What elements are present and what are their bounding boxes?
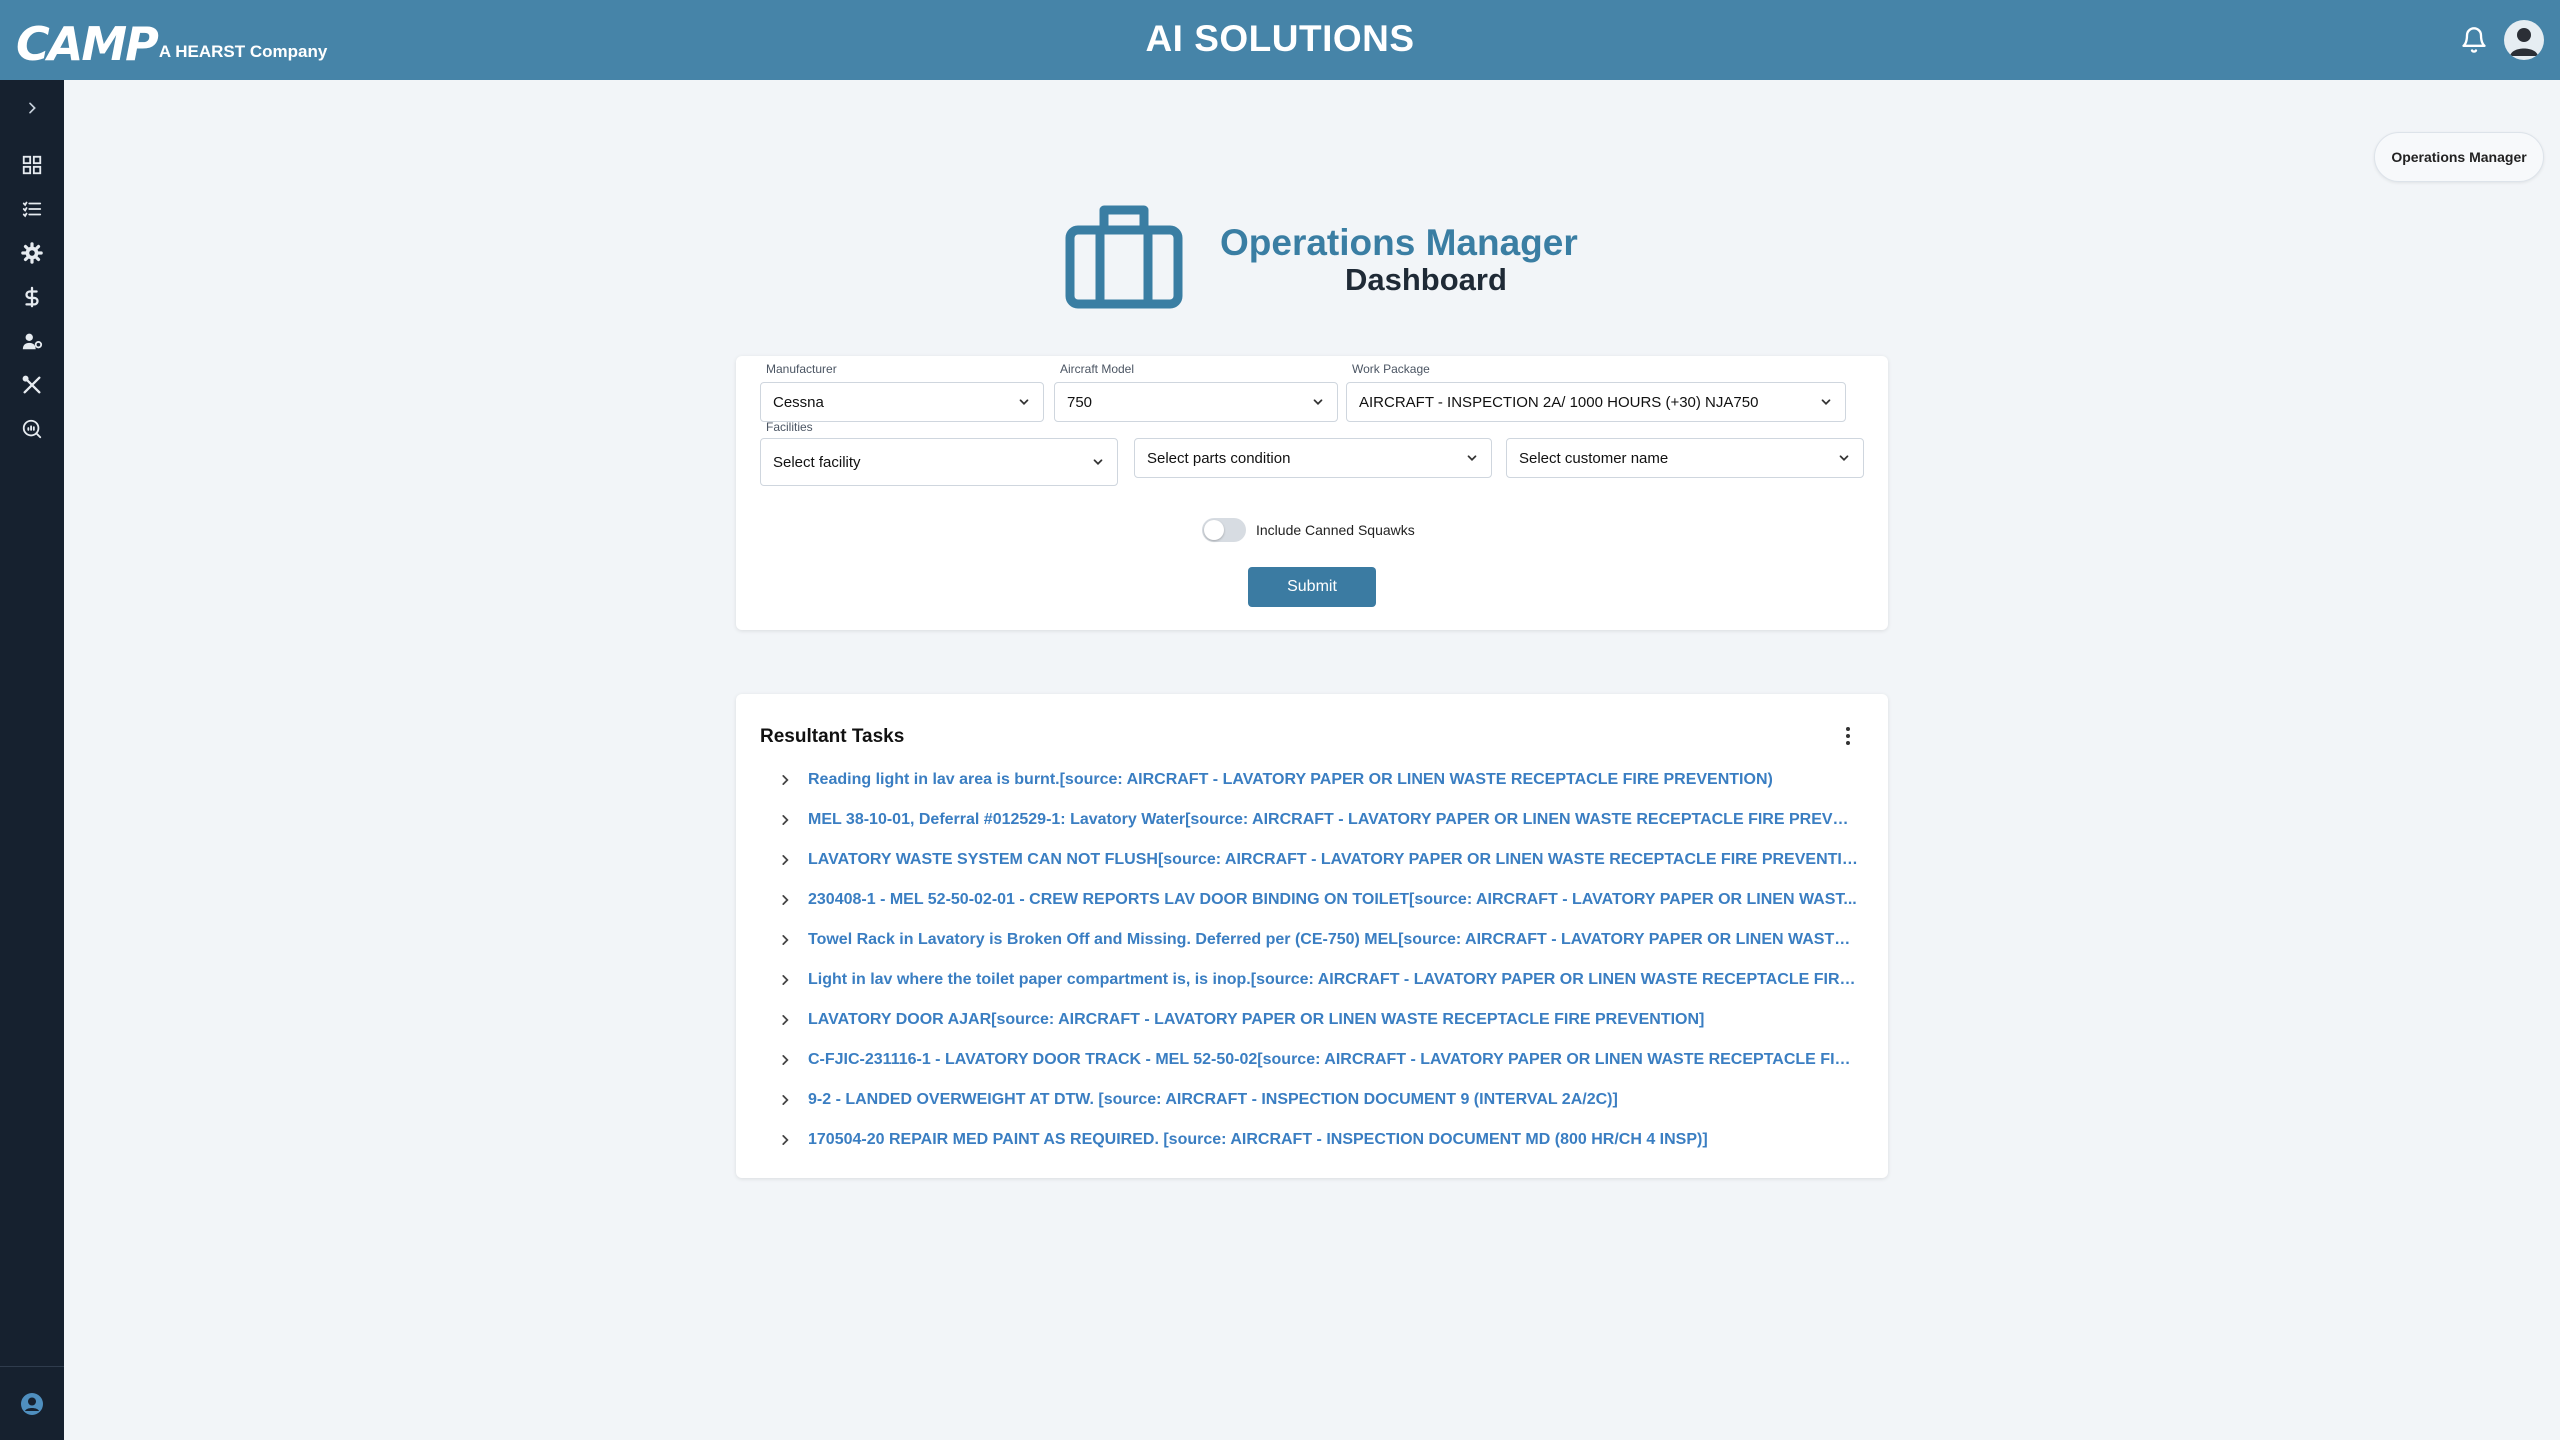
sidebar-divider — [0, 1366, 64, 1367]
canned-squawks-toggle[interactable] — [1202, 518, 1246, 542]
account-circle-icon[interactable] — [20, 1392, 44, 1416]
task-text[interactable]: Towel Rack in Lavatory is Broken Off and… — [808, 931, 1858, 949]
filter-card: Manufacturer Cessna Aircraft Model 750 W… — [736, 356, 1888, 630]
search-analytics-icon[interactable] — [18, 415, 46, 443]
hero-title: Operations Manager — [1220, 222, 1578, 263]
role-badge[interactable]: Operations Manager — [2374, 132, 2544, 182]
tools-icon[interactable] — [18, 371, 46, 399]
task-item[interactable]: 9-2 - LANDED OVERWEIGHT AT DTW. [source:… — [778, 1080, 1868, 1120]
task-text[interactable]: Reading light in lav area is burnt.[sour… — [808, 771, 1858, 789]
task-text[interactable]: LAVATORY WASTE SYSTEM CAN NOT FLUSH[sour… — [808, 851, 1858, 869]
task-item[interactable]: 230408-1 - MEL 52-50-02-01 - CREW REPORT… — [778, 880, 1868, 920]
task-text[interactable]: C-FJIC-231116-1 - LAVATORY DOOR TRACK - … — [808, 1051, 1858, 1069]
parts-condition-select[interactable]: Select parts condition — [1134, 438, 1492, 478]
chevron-down-icon — [1019, 399, 1029, 405]
customer-name-placeholder: Select customer name — [1519, 449, 1669, 467]
task-text[interactable]: 230408-1 - MEL 52-50-02-01 - CREW REPORT… — [808, 891, 1858, 909]
more-options-icon[interactable] — [1836, 724, 1860, 748]
app-title: AI SOLUTIONS — [1145, 18, 1415, 59]
task-text[interactable]: Light in lav where the toilet paper comp… — [808, 971, 1858, 989]
work-package-select[interactable]: AIRCRAFT - INSPECTION 2A/ 1000 HOURS (+3… — [1346, 382, 1846, 422]
task-item[interactable]: LAVATORY DOOR AJAR[source: AIRCRAFT - LA… — [778, 1000, 1868, 1040]
task-item[interactable]: Light in lav where the toilet paper comp… — [778, 960, 1868, 1000]
results-title: Resultant Tasks — [760, 726, 905, 747]
task-list-icon[interactable] — [18, 195, 46, 223]
chevron-right-icon[interactable] — [778, 1093, 792, 1107]
sidebar — [0, 80, 64, 1440]
toggle-knob — [1204, 520, 1224, 540]
task-item[interactable]: Reading light in lav area is burnt.[sour… — [778, 760, 1868, 800]
manufacturer-label: Manufacturer — [766, 362, 837, 376]
submit-button[interactable]: Submit — [1248, 567, 1376, 607]
expand-sidebar-chevron-icon[interactable] — [18, 94, 46, 122]
briefcase-icon — [1064, 200, 1184, 310]
top-bar: CAMP A HEARST Company AI SOLUTIONS — [0, 0, 2560, 80]
task-item[interactable]: 170504-20 REPAIR MED PAINT AS REQUIRED. … — [778, 1120, 1868, 1160]
aircraft-model-label: Aircraft Model — [1060, 362, 1135, 376]
task-item[interactable]: LAVATORY WASTE SYSTEM CAN NOT FLUSH[sour… — [778, 840, 1868, 880]
customer-name-select[interactable]: Select customer name — [1506, 438, 1864, 478]
user-settings-icon[interactable] — [18, 327, 46, 355]
chevron-right-icon[interactable] — [778, 773, 792, 787]
task-list: Reading light in lav area is burnt.[sour… — [778, 760, 1868, 1160]
aircraft-model-select[interactable]: 750 — [1054, 382, 1338, 422]
dollar-icon[interactable] — [18, 283, 46, 311]
notification-bell-icon[interactable] — [2460, 26, 2488, 54]
task-item[interactable]: Towel Rack in Lavatory is Broken Off and… — [778, 920, 1868, 960]
chevron-right-icon[interactable] — [778, 813, 792, 827]
chevron-right-icon[interactable] — [778, 933, 792, 947]
facilities-select[interactable]: Select facility — [760, 438, 1118, 486]
manufacturer-select[interactable]: Cessna — [760, 382, 1044, 422]
aircraft-model-value: 750 — [1067, 393, 1093, 411]
work-package-value: AIRCRAFT - INSPECTION 2A/ 1000 HOURS (+3… — [1359, 393, 1759, 411]
gear-icon[interactable] — [18, 239, 46, 267]
chevron-right-icon[interactable] — [778, 973, 792, 987]
task-item[interactable]: MEL 38-10-01, Deferral #012529-1: Lavato… — [778, 800, 1868, 840]
chevron-right-icon[interactable] — [778, 853, 792, 867]
chevron-down-icon — [1313, 399, 1323, 405]
results-card: Resultant Tasks Reading light in lav are… — [736, 694, 1888, 1178]
task-item[interactable]: C-FJIC-231116-1 - LAVATORY DOOR TRACK - … — [778, 1040, 1868, 1080]
work-package-label: Work Package — [1352, 362, 1430, 376]
chevron-right-icon[interactable] — [778, 893, 792, 907]
manufacturer-value: Cessna — [773, 393, 824, 411]
facilities-placeholder: Select facility — [773, 453, 861, 471]
chevron-right-icon[interactable] — [778, 1013, 792, 1027]
task-text[interactable]: 170504-20 REPAIR MED PAINT AS REQUIRED. … — [808, 1131, 1858, 1149]
chevron-right-icon[interactable] — [778, 1133, 792, 1147]
chevron-down-icon — [1093, 459, 1103, 465]
task-text[interactable]: 9-2 - LANDED OVERWEIGHT AT DTW. [source:… — [808, 1091, 1858, 1109]
chevron-down-icon — [1467, 455, 1477, 461]
facilities-label: Facilities — [766, 420, 813, 434]
dashboard-grid-icon[interactable] — [18, 151, 46, 179]
canned-squawks-label: Include Canned Squawks — [1256, 522, 1415, 538]
task-text[interactable]: LAVATORY DOOR AJAR[source: AIRCRAFT - LA… — [808, 1011, 1858, 1029]
user-avatar-icon[interactable] — [2504, 20, 2544, 60]
chevron-down-icon — [1839, 455, 1849, 461]
chevron-right-icon[interactable] — [778, 1053, 792, 1067]
chevron-down-icon — [1821, 399, 1831, 405]
parts-condition-placeholder: Select parts condition — [1147, 449, 1291, 467]
hero-subtitle: Dashboard — [1345, 262, 1507, 297]
task-text[interactable]: MEL 38-10-01, Deferral #012529-1: Lavato… — [808, 811, 1858, 829]
